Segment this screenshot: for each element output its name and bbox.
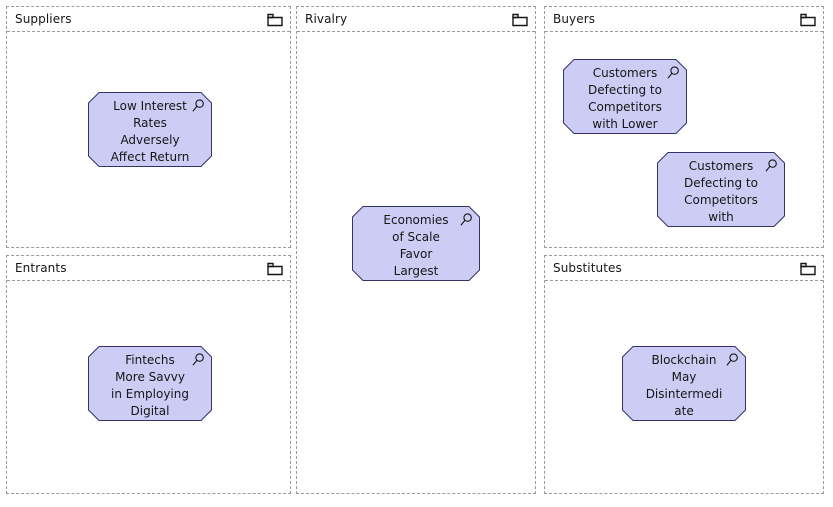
panel-header-divider (545, 31, 823, 32)
folder-icon[interactable] (800, 13, 816, 27)
search-icon[interactable] (192, 353, 205, 366)
diagram-node-fintechs-more-savvy[interactable]: Fintechs More Savvy in Employing Digital… (88, 346, 212, 421)
diagram-node-customers-defecting-with[interactable]: Customers Defecting to Competitors with … (657, 152, 785, 227)
folder-icon[interactable] (512, 13, 528, 27)
diagram-node-low-interest-rates[interactable]: Low Interest Rates Adversely Affect Retu… (88, 92, 212, 167)
folder-icon[interactable] (267, 262, 283, 276)
diagram-node-customers-defecting-lower[interactable]: Customers Defecting to Competitors with … (563, 59, 687, 134)
diagram-node-economies-of-scale[interactable]: Economies of Scale Favor Largest . (352, 206, 480, 281)
search-icon[interactable] (726, 353, 739, 366)
panel-header-divider (7, 280, 290, 281)
panel-title-entrants: Entrants (15, 261, 67, 275)
search-icon[interactable] (765, 159, 778, 172)
panel-header-divider (545, 280, 823, 281)
panel-title-substitutes: Substitutes (553, 261, 622, 275)
panel-title-rivalry: Rivalry (305, 12, 348, 26)
panel-header-divider (7, 31, 290, 32)
diagram-canvas[interactable]: Suppliers Low Interest Rates Adversely Af… (0, 0, 833, 507)
panel-header-divider (297, 31, 535, 32)
search-icon[interactable] (460, 213, 473, 226)
panel-title-suppliers: Suppliers (15, 12, 72, 26)
folder-icon[interactable] (267, 13, 283, 27)
diagram-node-blockchain-disintermediate[interactable]: Blockchain May Disintermedi ate (622, 346, 746, 421)
folder-icon[interactable] (800, 262, 816, 276)
search-icon[interactable] (667, 66, 680, 79)
panel-title-buyers: Buyers (553, 12, 596, 26)
search-icon[interactable] (192, 99, 205, 112)
